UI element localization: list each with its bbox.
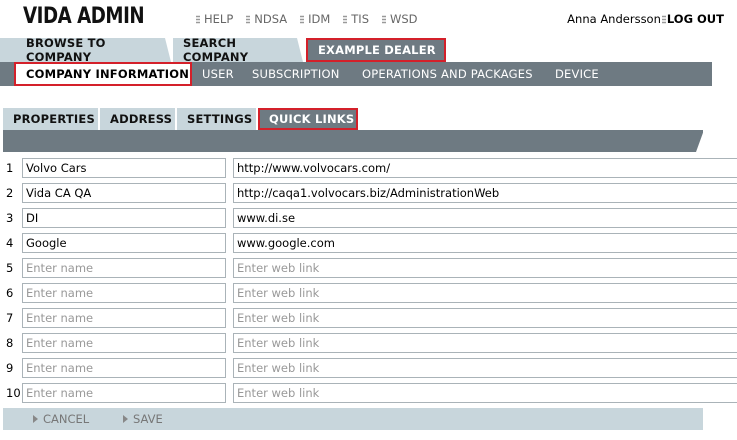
grip-icon	[196, 14, 200, 24]
link-name-input[interactable]	[22, 307, 226, 328]
row-number: 3	[6, 210, 14, 225]
web-link-input[interactable]	[233, 157, 737, 178]
web-link-input[interactable]	[233, 357, 737, 378]
topnav-idm-link[interactable]: IDM	[300, 12, 330, 26]
row-number: 2	[6, 185, 14, 200]
web-link-input[interactable]	[233, 282, 737, 303]
link-name-input[interactable]	[22, 207, 226, 228]
link-name-input[interactable]	[22, 332, 226, 353]
topnav-wsd-link[interactable]: WSD	[382, 12, 418, 26]
link-name-input[interactable]	[22, 157, 226, 178]
topnav-tis-link[interactable]: TIS	[343, 12, 369, 26]
subnav-operations-and-packages[interactable]: OPERATIONS AND PACKAGES	[362, 62, 533, 86]
arrow-right-icon	[123, 415, 128, 423]
subnav-subscription[interactable]: SUBSCRIPTION	[252, 62, 340, 86]
secondary-tabs: PROPERTIES ADDRESS SETTINGS QUICK LINKS	[0, 108, 705, 130]
quick-link-row: 8	[0, 330, 737, 355]
tab-properties[interactable]: PROPERTIES	[3, 108, 98, 130]
grip-icon	[382, 14, 386, 24]
subnav-device[interactable]: DEVICE	[555, 62, 599, 86]
row-number: 10	[6, 385, 21, 400]
row-number: 5	[6, 260, 14, 275]
row-number: 1	[6, 160, 14, 175]
web-link-input[interactable]	[233, 207, 737, 228]
tab-browse-to-company[interactable]: BROWSE TO COMPANY	[0, 36, 171, 64]
subnav-user[interactable]: USER	[202, 62, 234, 86]
row-number: 4	[6, 235, 14, 250]
logout-link[interactable]: LOG OUT	[661, 12, 724, 26]
tab-quick-links[interactable]: QUICK LINKS	[258, 108, 358, 130]
web-link-input[interactable]	[233, 382, 737, 403]
grip-icon	[661, 14, 666, 24]
link-name-input[interactable]	[22, 232, 226, 253]
quick-link-row: 4	[0, 230, 737, 255]
save-button[interactable]: SAVE	[123, 412, 163, 426]
form-actions: CANCEL SAVE	[3, 408, 703, 430]
tab-address[interactable]: ADDRESS	[100, 108, 175, 130]
link-name-input[interactable]	[22, 382, 226, 403]
primary-tabs: BROWSE TO COMPANY SEARCH COMPANY EXAMPLE…	[0, 36, 712, 64]
web-link-input[interactable]	[233, 257, 737, 278]
quick-link-row: 10	[0, 380, 737, 405]
link-name-input[interactable]	[22, 282, 226, 303]
quick-link-row: 1	[0, 155, 737, 180]
top-navigation: HELP NDSA IDM TIS WSD	[196, 12, 431, 26]
quick-link-row: 9	[0, 355, 737, 380]
link-name-input[interactable]	[22, 357, 226, 378]
row-number: 8	[6, 335, 14, 350]
grip-icon	[246, 14, 251, 24]
row-number: 9	[6, 360, 14, 375]
topnav-ndsa-link[interactable]: NDSA	[246, 12, 287, 26]
grip-icon	[343, 14, 348, 24]
web-link-input[interactable]	[233, 307, 737, 328]
tab-settings[interactable]: SETTINGS	[177, 108, 256, 130]
web-link-input[interactable]	[233, 182, 737, 203]
grip-icon	[300, 14, 305, 24]
tab-search-company[interactable]: SEARCH COMPANY	[173, 36, 303, 64]
user-area: Anna Andersson LOG OUT	[567, 12, 724, 26]
row-number: 7	[6, 310, 14, 325]
subnav-company-information[interactable]: COMPANY INFORMATION	[14, 62, 192, 86]
user-name: Anna Andersson	[567, 12, 661, 26]
arrow-right-icon	[33, 415, 38, 423]
row-number: 6	[6, 285, 14, 300]
company-subnav: COMPANY INFORMATION USER SUBSCRIPTION OP…	[0, 62, 712, 86]
link-name-input[interactable]	[22, 182, 226, 203]
link-name-input[interactable]	[22, 257, 226, 278]
web-link-input[interactable]	[233, 232, 737, 253]
quick-link-row: 7	[0, 305, 737, 330]
quick-link-row: 5	[0, 255, 737, 280]
tab-example-dealer[interactable]: EXAMPLE DEALER	[306, 38, 446, 62]
cancel-button[interactable]: CANCEL	[33, 412, 89, 426]
quick-link-row: 2	[0, 180, 737, 205]
quick-link-row: 3	[0, 205, 737, 230]
topnav-help-link[interactable]: HELP	[196, 12, 233, 26]
section-header-bar	[3, 130, 704, 152]
app-logo: VIDA ADMIN	[23, 4, 145, 29]
quick-link-row: 6	[0, 280, 737, 305]
web-link-input[interactable]	[233, 332, 737, 353]
